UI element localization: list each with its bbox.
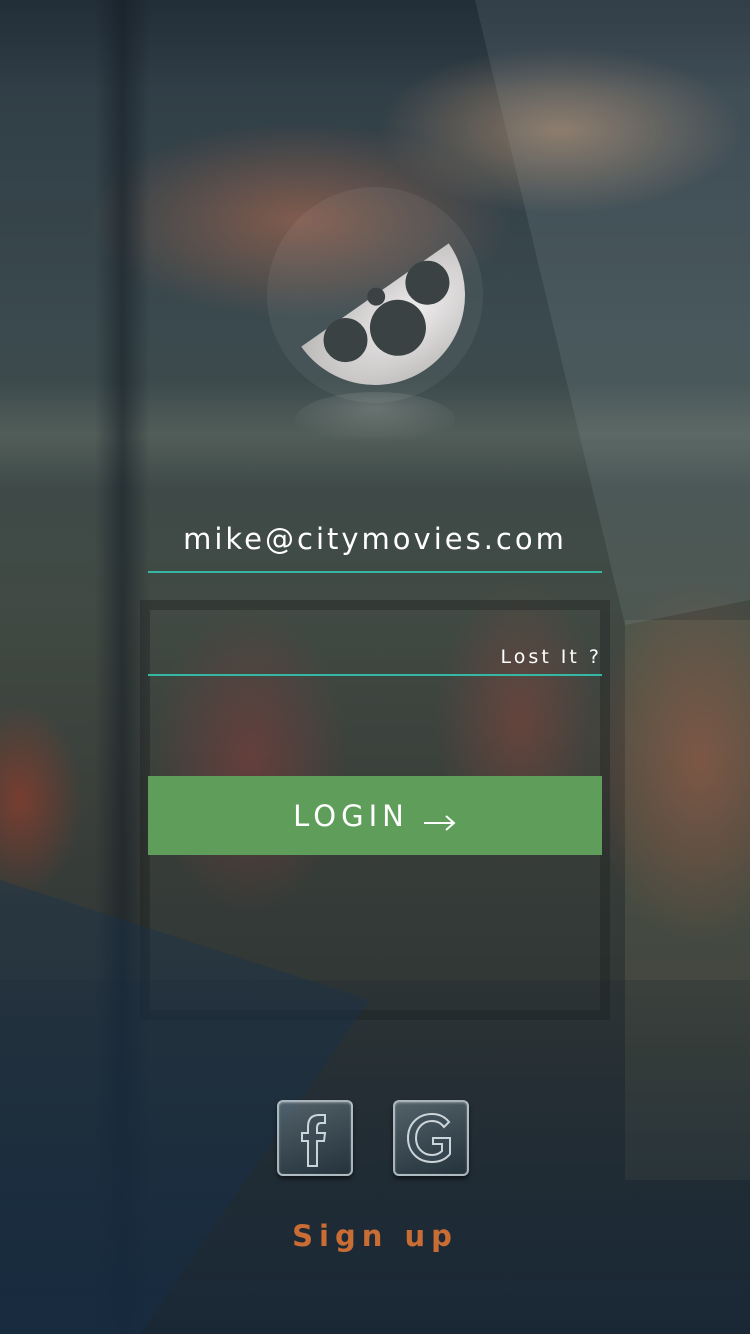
login-button-label: LOGIN [293, 798, 409, 833]
email-field[interactable]: mike@citymovies.com [148, 515, 602, 563]
password-field[interactable] [148, 630, 478, 670]
forgot-password-link[interactable]: Lost It ? [470, 642, 602, 672]
login-button[interactable]: LOGIN [148, 776, 602, 855]
signup-link[interactable]: Sign up [230, 1214, 520, 1258]
film-reel-logo-icon [245, 185, 505, 448]
login-screen: mike@citymovies.com Lost It ? LOGIN Sign… [0, 0, 750, 1334]
arrow-right-icon [423, 806, 457, 831]
facebook-login-button[interactable] [277, 1100, 353, 1176]
email-field-underline [148, 571, 602, 573]
password-field-underline [148, 674, 602, 676]
google-login-button[interactable] [393, 1100, 469, 1176]
